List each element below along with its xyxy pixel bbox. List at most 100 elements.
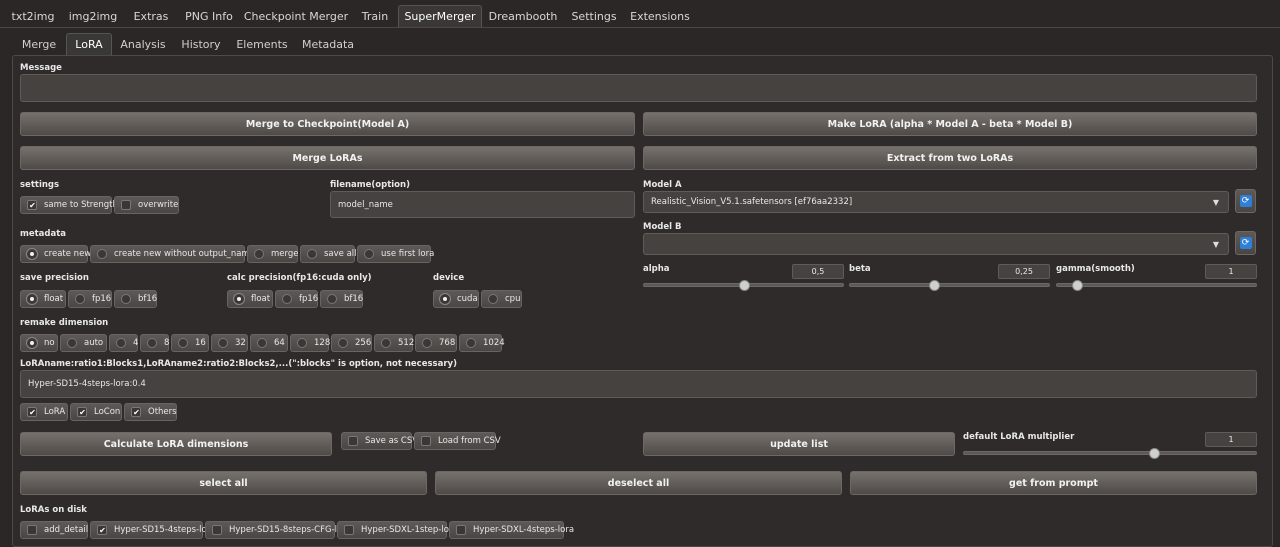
subtab-merge[interactable]: Merge xyxy=(16,33,62,55)
subtab-analysis[interactable]: Analysis xyxy=(116,33,170,55)
same-to-strength-checkbox[interactable]: same to Strength xyxy=(20,196,118,214)
lora-item-hyper-sd15-4steps[interactable]: Hyper-SD15-4steps-lora xyxy=(90,521,215,539)
model-a-label: Model A xyxy=(643,180,682,190)
alpha-label: alpha xyxy=(643,264,670,274)
deselect-all-button[interactable]: deselect all xyxy=(435,471,842,495)
type-locon-checkbox[interactable]: LoCon xyxy=(70,403,122,421)
option-label: Hyper-SD15-8steps-CFG-lora xyxy=(229,525,351,535)
radio-icon xyxy=(364,249,374,259)
default-multiplier-input[interactable]: 1 xyxy=(1205,432,1257,447)
update-list-button[interactable]: update list xyxy=(643,432,955,456)
type-lora-checkbox[interactable]: LoRA xyxy=(20,403,68,421)
subtab-history[interactable]: History xyxy=(176,33,226,55)
dimension-768-radio[interactable]: 768 xyxy=(415,334,457,352)
merge-loras-button[interactable]: Merge LoRAs xyxy=(20,146,635,170)
filename-input[interactable]: model_name xyxy=(330,191,635,218)
type-others-checkbox[interactable]: Others xyxy=(124,403,177,421)
message-textarea[interactable] xyxy=(20,74,1257,102)
dimension-32-radio[interactable]: 32 xyxy=(211,334,248,352)
message-label: Message xyxy=(20,63,62,73)
tab-checkpoint-merger[interactable]: Checkpoint Merger xyxy=(244,5,348,27)
subtab-lora[interactable]: LoRA xyxy=(66,33,112,55)
tab-dreambooth[interactable]: Dreambooth xyxy=(486,5,560,27)
tab-txt2img[interactable]: txt2img xyxy=(6,5,60,27)
lora-item-add-detail[interactable]: add_detail xyxy=(20,521,88,539)
dimension-4-radio[interactable]: 4 xyxy=(109,334,138,352)
model-a-dropdown[interactable]: Realistic_Vision_V5.1.safetensors [ef76a… xyxy=(643,191,1229,213)
beta-slider[interactable] xyxy=(849,280,1050,291)
gamma-slider[interactable] xyxy=(1056,280,1257,291)
tab-train[interactable]: Train xyxy=(354,5,396,27)
alpha-number-input[interactable]: 0,5 xyxy=(792,264,844,279)
dimension-16-radio[interactable]: 16 xyxy=(171,334,209,352)
make-lora-button[interactable]: Make LoRA (alpha * Model A - beta * Mode… xyxy=(643,112,1257,136)
check-icon xyxy=(121,200,131,210)
dimension-1024-radio[interactable]: 1024 xyxy=(459,334,505,352)
slider-handle[interactable] xyxy=(1148,448,1160,459)
option-label: 32 xyxy=(235,338,246,348)
subtab-elements[interactable]: Elements xyxy=(232,33,292,55)
metadata-merge-radio[interactable]: merge xyxy=(247,245,298,263)
radio-icon xyxy=(26,337,38,349)
get-from-prompt-button[interactable]: get from prompt xyxy=(850,471,1257,495)
tab-extensions[interactable]: Extensions xyxy=(628,5,692,27)
calc-precision-float-radio[interactable]: float xyxy=(227,290,273,308)
default-multiplier-slider[interactable] xyxy=(963,448,1257,459)
lora-item-hyper-sdxl-1step[interactable]: Hyper-SDXL-1step-lora xyxy=(337,521,458,539)
radio-icon xyxy=(67,338,77,348)
metadata-create-new-radio[interactable]: create new xyxy=(20,245,91,263)
calc-precision-bf16-radio[interactable]: bf16 xyxy=(320,290,363,308)
radio-icon xyxy=(327,294,337,304)
device-cuda-radio[interactable]: cuda xyxy=(433,290,479,308)
lora-item-hyper-sdxl-4steps[interactable]: Hyper-SDXL-4steps-lora xyxy=(449,521,574,539)
lora-item-hyper-sd15-8steps-cfg[interactable]: Hyper-SD15-8steps-CFG-lora xyxy=(205,521,351,539)
tab-extras[interactable]: Extras xyxy=(126,5,176,27)
calc-precision-fp16-radio[interactable]: fp16 xyxy=(275,290,318,308)
dimension-auto-radio[interactable]: auto xyxy=(60,334,107,352)
slider-handle[interactable] xyxy=(928,280,940,291)
tab-img2img[interactable]: img2img xyxy=(64,5,122,27)
tab-settings[interactable]: Settings xyxy=(566,5,622,27)
calculate-lora-dimensions-button[interactable]: Calculate LoRA dimensions xyxy=(20,432,332,456)
save-as-csv-checkbox[interactable]: Save as CSV xyxy=(341,432,418,450)
merge-to-checkpoint-button[interactable]: Merge to Checkpoint(Model A) xyxy=(20,112,635,136)
save-precision-fp16-radio[interactable]: fp16 xyxy=(68,290,112,308)
model-b-dropdown[interactable]: ▼ xyxy=(643,233,1229,255)
radio-icon xyxy=(178,338,188,348)
gamma-number-input[interactable]: 1 xyxy=(1205,264,1257,279)
dimension-256-radio[interactable]: 256 xyxy=(331,334,372,352)
loras-on-disk-label: LoRAs on disk xyxy=(20,505,87,515)
dimension-8-radio[interactable]: 8 xyxy=(140,334,169,352)
save-precision-bf16-radio[interactable]: bf16 xyxy=(114,290,157,308)
select-all-button[interactable]: select all xyxy=(20,471,427,495)
subtab-metadata[interactable]: Metadata xyxy=(298,33,358,55)
save-precision-label: save precision xyxy=(20,273,89,283)
refresh-model-a-button[interactable]: ⟳ xyxy=(1235,189,1256,213)
lora-names-textarea[interactable]: Hyper-SD15-4steps-lora:0.4 xyxy=(20,370,1257,398)
metadata-use-first-lora-radio[interactable]: use first lora xyxy=(357,245,434,263)
tab-supermerger[interactable]: SuperMerger xyxy=(398,5,482,27)
metadata-create-new-without-output-radio[interactable]: create new without output_name xyxy=(90,245,255,263)
beta-number-input[interactable]: 0,25 xyxy=(998,264,1050,279)
radio-icon xyxy=(97,249,107,259)
extract-loras-button[interactable]: Extract from two LoRAs xyxy=(643,146,1257,170)
radio-icon xyxy=(116,338,126,348)
dimension-64-radio[interactable]: 64 xyxy=(250,334,288,352)
dimension-no-radio[interactable]: no xyxy=(20,334,58,352)
radio-icon xyxy=(381,338,391,348)
save-precision-float-radio[interactable]: float xyxy=(20,290,66,308)
alpha-slider[interactable] xyxy=(643,280,844,291)
overwrite-checkbox[interactable]: overwrite xyxy=(114,196,179,214)
slider-handle[interactable] xyxy=(738,280,750,291)
tab-png-info[interactable]: PNG Info xyxy=(180,5,238,27)
slider-handle[interactable] xyxy=(1071,280,1083,291)
check-icon xyxy=(344,525,354,535)
load-from-csv-checkbox[interactable]: Load from CSV xyxy=(414,432,501,450)
metadata-save-all-radio[interactable]: save all xyxy=(300,245,357,263)
dimension-128-radio[interactable]: 128 xyxy=(290,334,330,352)
check-icon xyxy=(421,436,431,446)
device-cpu-radio[interactable]: cpu xyxy=(481,290,522,308)
refresh-model-b-button[interactable]: ⟳ xyxy=(1235,231,1256,255)
dimension-512-radio[interactable]: 512 xyxy=(374,334,414,352)
gamma-label: gamma(smooth) xyxy=(1056,264,1135,274)
